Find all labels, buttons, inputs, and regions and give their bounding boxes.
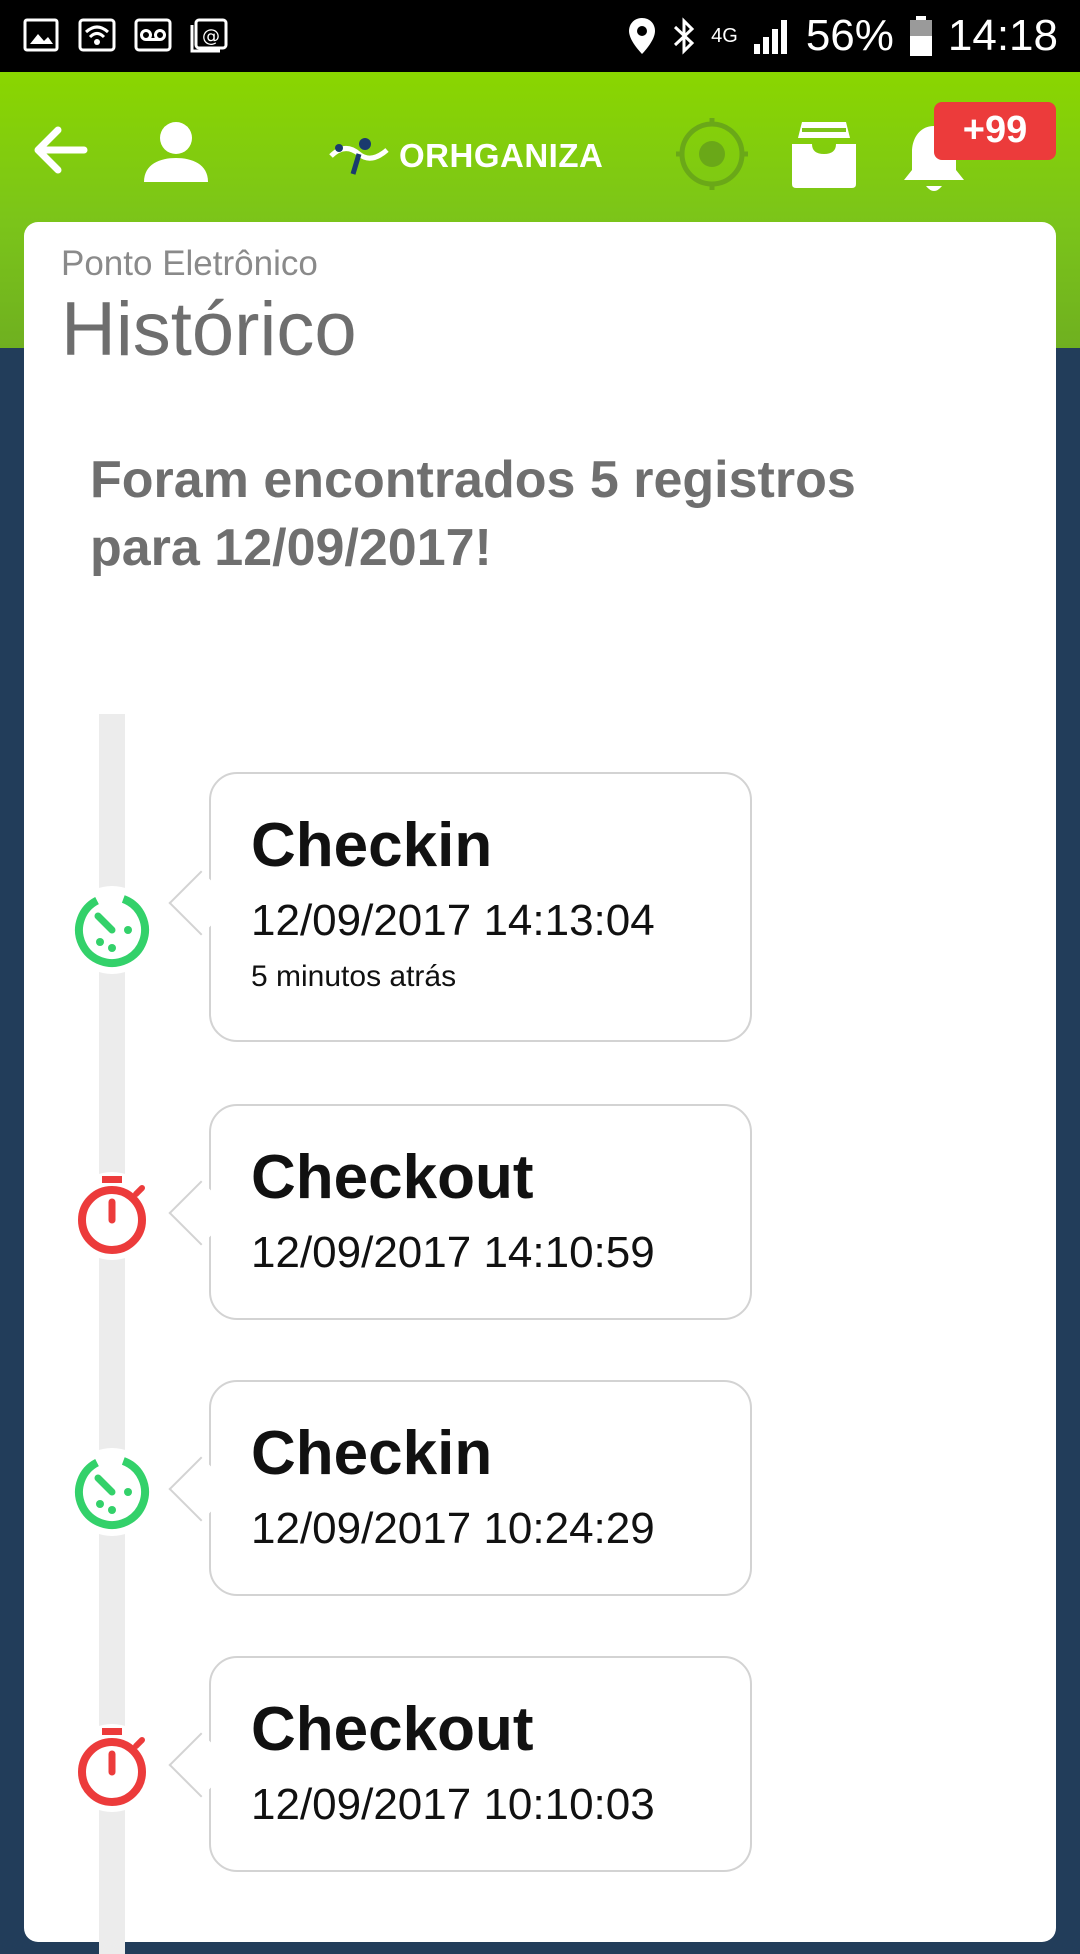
entry-type: Checkout [251, 1143, 534, 1212]
bubble-pointer [168, 870, 234, 936]
location-icon [629, 18, 656, 54]
profile-icon[interactable] [140, 118, 212, 188]
status-bar: @ 4G 56% 14:18 [0, 0, 1080, 72]
entry-bubble: Checkin 12/09/2017 14:13:04 5 minutos at… [168, 772, 752, 1042]
entry-bubble: Checkout 12/09/2017 14:10:59 [168, 1104, 752, 1320]
entry-datetime: 12/09/2017 14:10:59 [251, 1228, 655, 1277]
logo-figure-icon [329, 138, 389, 175]
bubble-pointer [168, 1456, 234, 1522]
gallery-icon [23, 18, 59, 52]
entry-type: Checkin [251, 1419, 493, 1488]
back-arrow-icon[interactable] [28, 118, 92, 182]
location-target-icon[interactable] [676, 118, 748, 190]
entry-datetime: 12/09/2017 10:10:03 [251, 1780, 655, 1829]
clock: 14:18 [947, 11, 1058, 60]
notification-badge[interactable]: +99 [934, 102, 1056, 160]
entry-type: Checkout [251, 1695, 534, 1764]
battery-icon [909, 16, 932, 56]
entry-type: Checkin [251, 811, 493, 880]
entry-relative-time: 5 minutos atrás [251, 960, 457, 993]
bubble-pointer [168, 1732, 234, 1798]
bluetooth-icon [674, 17, 695, 55]
battery-percent: 56% [805, 11, 894, 60]
email-icon: @ [190, 18, 228, 53]
checkout-icon [68, 1172, 156, 1260]
svg-text:@: @ [202, 26, 220, 47]
entry-bubble: Checkin 12/09/2017 10:24:29 [168, 1380, 752, 1596]
entry-datetime: 12/09/2017 14:13:04 [251, 896, 655, 945]
checkin-icon [68, 886, 156, 974]
checkin-icon [68, 1448, 156, 1536]
entry-bubble: Checkout 12/09/2017 10:10:03 [168, 1656, 752, 1872]
checkout-icon [68, 1724, 156, 1812]
inbox-icon[interactable] [788, 118, 860, 190]
page-title: Histórico [61, 287, 357, 372]
signal-icon [753, 20, 787, 54]
content-card: Ponto Eletrônico Histórico Foram encontr… [24, 222, 1056, 1954]
entry-datetime: 12/09/2017 10:24:29 [251, 1504, 655, 1553]
wifi-icon [78, 18, 116, 52]
app-logo: ORHGANIZA [325, 134, 603, 178]
bubble-pointer [168, 1180, 234, 1246]
logo-text: ORHGANIZA [399, 137, 604, 174]
voicemail-icon [134, 18, 172, 52]
records-summary: Foram encontrados 5 registros para 12/09… [90, 451, 856, 577]
network-type: 4G [711, 25, 738, 47]
page-subtitle: Ponto Eletrônico [61, 244, 318, 283]
